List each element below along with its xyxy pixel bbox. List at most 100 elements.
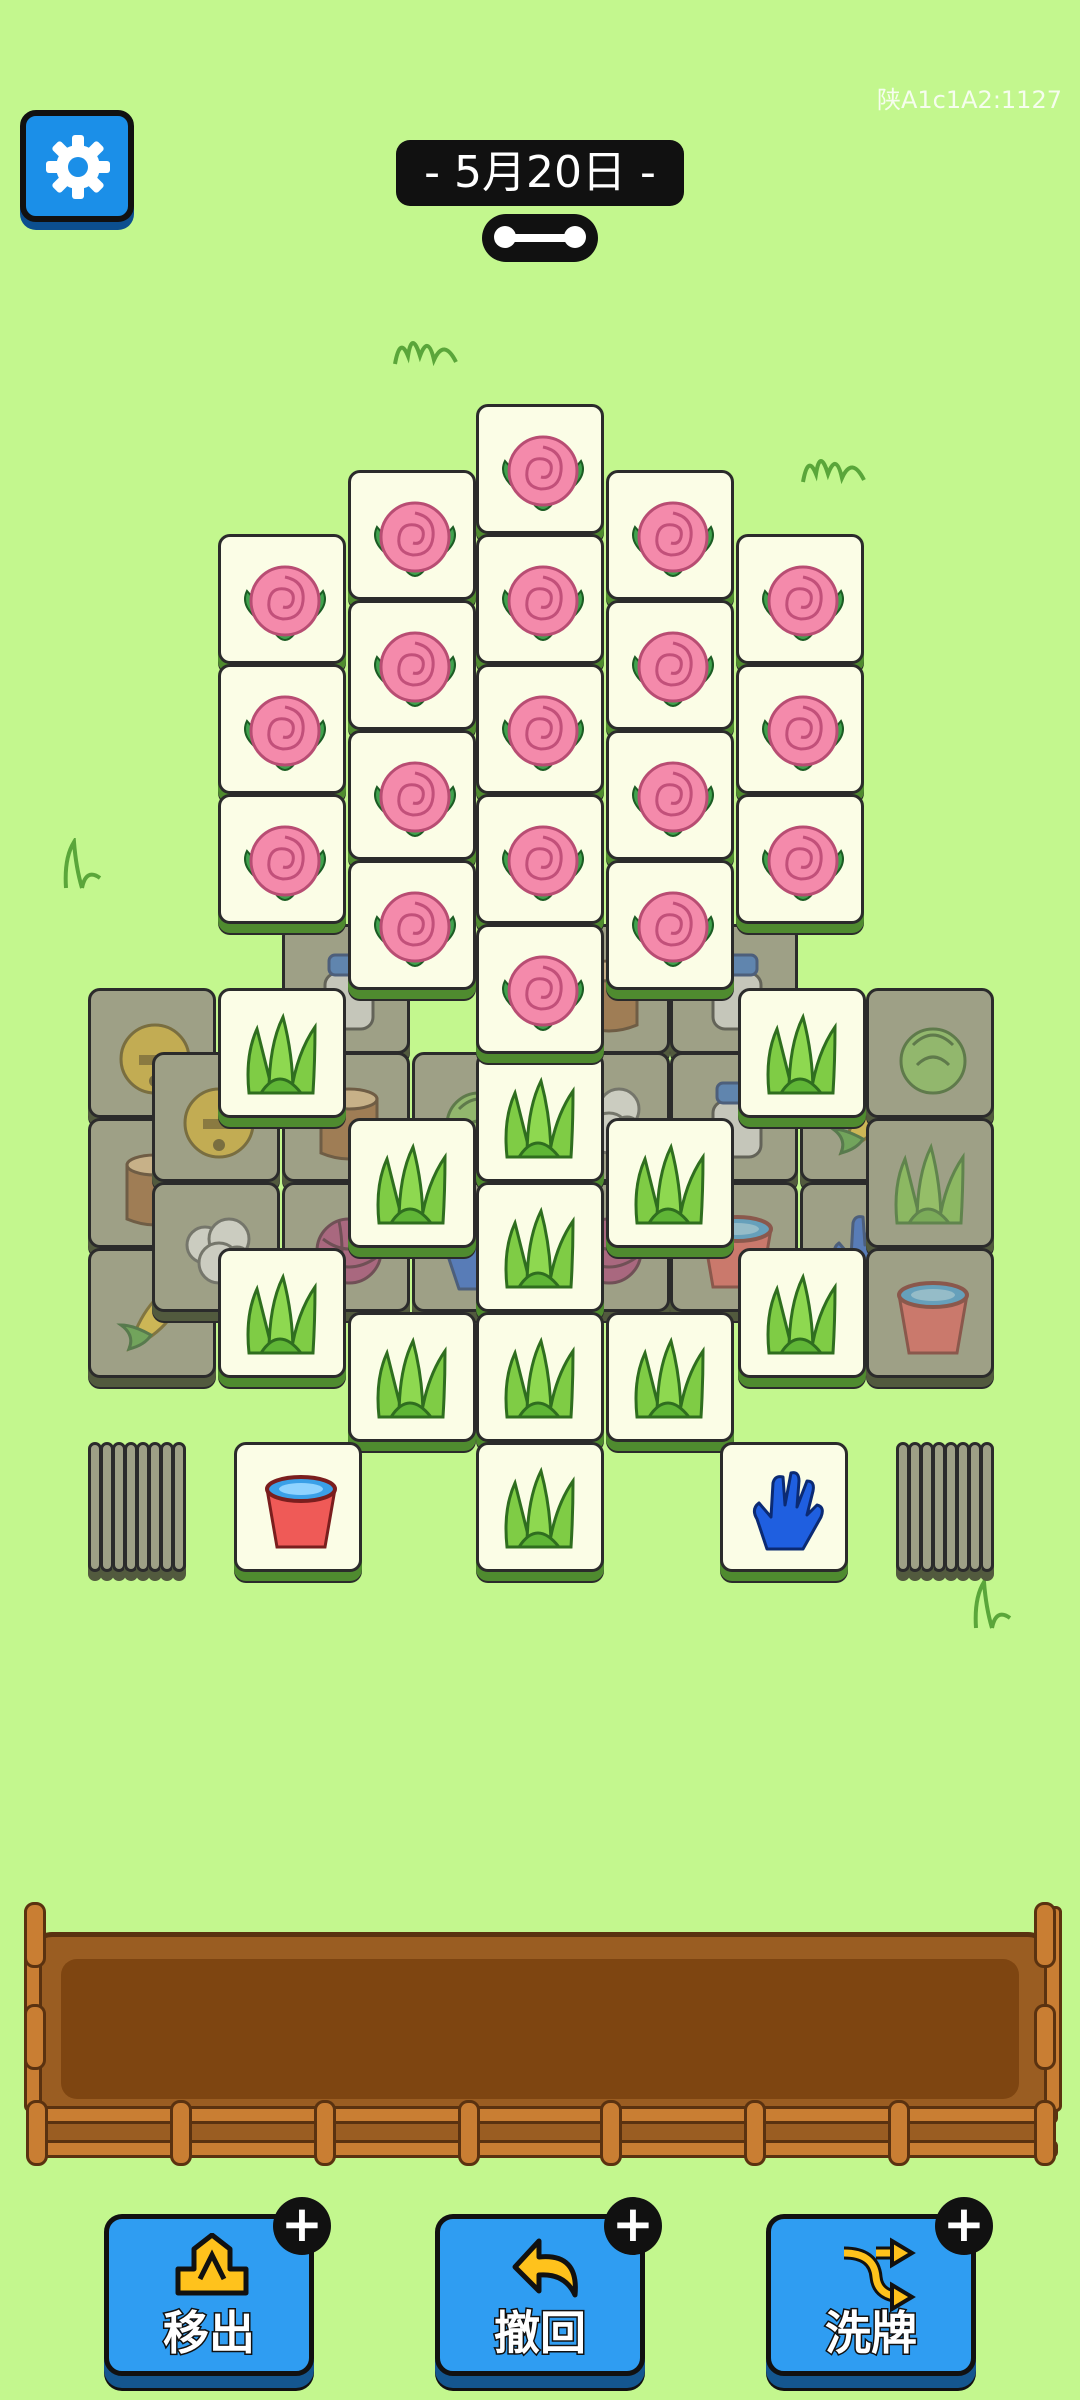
shuffle-button[interactable]: 洗牌 + (766, 2197, 993, 2376)
tile-grass[interactable] (218, 988, 346, 1118)
tile-rose[interactable] (348, 470, 476, 600)
gear-icon (46, 135, 110, 199)
tile-rose[interactable] (736, 794, 864, 924)
fence-post (24, 1902, 46, 1968)
progress-indicator (482, 214, 598, 262)
tile-rose[interactable] (606, 730, 734, 860)
rose-icon (502, 435, 584, 511)
tile-rose[interactable] (476, 534, 604, 664)
stack-left-top-tile[interactable] (234, 1442, 362, 1572)
stack-edge-right (896, 1442, 910, 1572)
tile-rose[interactable] (476, 664, 604, 794)
grass-tuft-decoration (63, 838, 102, 889)
fence-post (600, 2100, 622, 2166)
tile-rose[interactable] (736, 534, 864, 664)
tile-rose[interactable] (736, 664, 864, 794)
rose-icon (502, 695, 584, 771)
grass-icon (246, 1272, 317, 1355)
tile-grass[interactable] (218, 1248, 346, 1378)
rose-icon (632, 501, 714, 577)
grass-tuft-decoration (393, 341, 458, 366)
tile-rose[interactable] (606, 600, 734, 730)
tray-slots (61, 1959, 1019, 2099)
grass-icon (504, 1466, 575, 1549)
fence-post (888, 2100, 910, 2166)
grass-icon (504, 1206, 575, 1289)
tile-grass[interactable] (476, 1052, 604, 1182)
move-out-button[interactable]: 移出 + (104, 2197, 331, 2376)
fence-post (458, 2100, 480, 2166)
tile-rose[interactable] (476, 924, 604, 1054)
grass-icon (376, 1336, 447, 1419)
rose-icon (374, 761, 456, 837)
fence-post (26, 2100, 48, 2166)
tile-grass[interactable] (476, 1312, 604, 1442)
tile-covered-grass (866, 1118, 994, 1248)
stack-edge-right (920, 1442, 934, 1572)
grass-icon (766, 1272, 837, 1355)
tile-grass[interactable] (348, 1118, 476, 1248)
add-move-out-button[interactable]: + (273, 2197, 331, 2255)
stack-edge-right (932, 1442, 946, 1572)
tile-grass[interactable] (606, 1118, 734, 1248)
grass-icon (504, 1336, 575, 1419)
settings-button[interactable] (20, 110, 134, 222)
fence-post (24, 2004, 46, 2070)
rose-icon (762, 695, 844, 771)
tile-grass[interactable] (476, 1182, 604, 1312)
rose-icon (244, 695, 326, 771)
tile-rose[interactable] (348, 860, 476, 990)
stack-edge-right (944, 1442, 958, 1572)
bucket-icon (897, 1281, 969, 1355)
fence-post (744, 2100, 766, 2166)
grass-icon (504, 1076, 575, 1159)
stack-edge-right (968, 1442, 982, 1572)
stack-center-top-tile[interactable] (476, 1442, 604, 1572)
tile-rose[interactable] (348, 730, 476, 860)
rose-icon (374, 891, 456, 967)
tile-grass[interactable] (606, 1312, 734, 1442)
grass-icon (376, 1142, 447, 1225)
tile-rose[interactable] (218, 534, 346, 664)
rose-icon (502, 565, 584, 641)
undo-button[interactable]: 撤回 + (435, 2197, 662, 2376)
tile-covered-bucket (866, 1248, 994, 1378)
tile-rose[interactable] (218, 794, 346, 924)
tile-grass[interactable] (738, 1248, 866, 1378)
tile-rose[interactable] (348, 600, 476, 730)
stack-edge-right (980, 1442, 994, 1572)
tile-grass[interactable] (348, 1312, 476, 1442)
grass-icon (894, 1142, 965, 1225)
tile-covered-cabbage (866, 988, 994, 1118)
tile-grass[interactable] (738, 988, 866, 1118)
tile-rose[interactable] (606, 470, 734, 600)
stack-edge-right (908, 1442, 922, 1572)
grass-icon (634, 1142, 705, 1225)
stack-edge-right (956, 1442, 970, 1572)
tile-rose[interactable] (218, 664, 346, 794)
rose-icon (762, 565, 844, 641)
stack-right-top-tile[interactable] (720, 1442, 848, 1572)
grass-icon (246, 1012, 317, 1095)
level-date-label: - 5月20日 - (396, 140, 684, 206)
tile-rose[interactable] (476, 404, 604, 534)
grass-tuft-decoration (801, 459, 866, 484)
fence-post (1034, 2004, 1056, 2070)
tile-rose[interactable] (606, 860, 734, 990)
rose-icon (762, 825, 844, 901)
tile-rose[interactable] (476, 794, 604, 924)
grass-icon (634, 1336, 705, 1419)
fence-post (314, 2100, 336, 2166)
fence-post (1034, 2100, 1056, 2166)
rose-icon (632, 631, 714, 707)
version-text: 陕A1c1A2:1127 (876, 86, 1062, 114)
rose-icon (502, 825, 584, 901)
shuffle-label: 洗牌 (824, 2305, 919, 2362)
glove-icon (752, 1471, 824, 1551)
rose-icon (502, 955, 584, 1031)
grass-icon (766, 1012, 837, 1095)
fence-post (1034, 1902, 1056, 1968)
rose-icon (632, 761, 714, 837)
add-shuffle-button[interactable]: + (935, 2197, 993, 2255)
add-undo-button[interactable]: + (604, 2197, 662, 2255)
